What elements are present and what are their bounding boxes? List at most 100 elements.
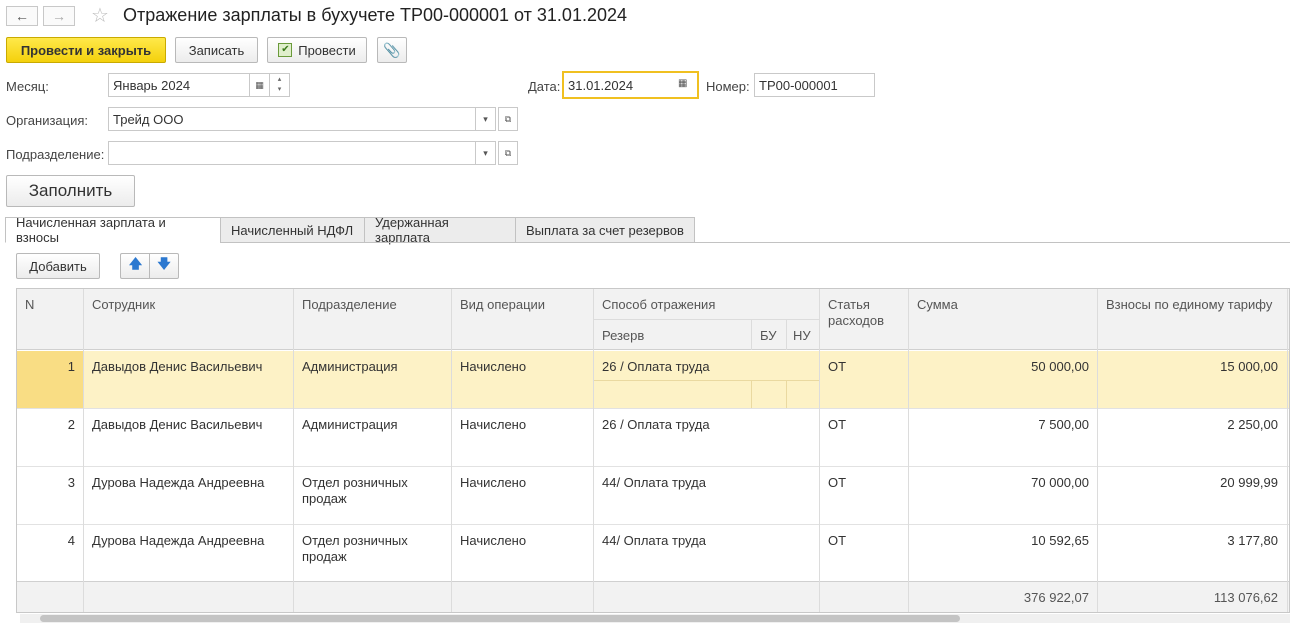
cell-method: 44/ Оплата труда [602,533,706,548]
paperclip-icon: 📎 [383,41,401,58]
cell-department: Администрация [302,359,398,374]
organization-field[interactable]: Трейд ООО [108,107,476,131]
calendar-icon[interactable]: ▦ [678,78,687,89]
cell-sum: 70 000,00 [1031,475,1089,490]
col-divider [293,289,294,612]
table-row[interactable]: 2 Давыдов Денис Васильевич Администрация… [17,409,1289,467]
header-reserve[interactable]: Резерв [602,328,644,343]
move-down-button[interactable]: 🡇 [149,253,179,279]
cell-contrib: 20 999,99 [1220,475,1278,490]
header-n[interactable]: N [25,297,34,312]
cell-n: 1 [67,359,75,374]
header-subcol-2 [786,319,787,350]
cell-operation: Начислено [460,533,527,548]
department-label: Подразделение: [6,147,105,162]
cell-department: Администрация [302,417,398,432]
organization-label: Организация: [6,113,89,128]
post-icon: ✔ [278,43,293,57]
forward-button[interactable]: → [43,6,75,26]
row-subcol-2 [786,380,787,408]
tab-accrued-salary[interactable]: Начисленная зарплата и взносы [5,215,221,245]
table-row[interactable]: 1 Давыдов Денис Васильевич Администрация… [17,351,1289,409]
cell-contrib: 15 000,00 [1220,359,1278,374]
arrow-down-icon: 🡇 [157,256,171,271]
post-button-label: Провести [298,42,356,58]
cell-n: 4 [67,533,75,548]
header-department[interactable]: Подразделение [302,297,397,312]
cell-department: Отдел розничных продаж [302,475,408,506]
horizontal-scrollbar[interactable] [20,614,1290,623]
post-button[interactable]: ✔ Провести [267,37,367,63]
number-field[interactable]: ТР00-000001 [754,73,875,97]
department-field[interactable] [108,141,476,165]
chevron-down-icon[interactable]: ▾ [476,141,496,165]
header-bu[interactable]: БУ [760,328,777,343]
arrow-right-icon: → [52,8,66,24]
month-field[interactable]: Январь 2024 [108,73,250,97]
tab-reserve-payment[interactable]: Выплата за счет резервов [515,217,695,243]
cell-expense: ОТ [828,533,847,548]
number-label: Номер: [706,79,750,94]
attach-button[interactable]: 📎 [377,37,407,63]
cell-n: 2 [67,417,75,432]
page-title: Отражение зарплаты в бухучете ТР00-00000… [123,5,627,25]
open-icon[interactable]: ⧉ [498,107,518,131]
cell-expense: ОТ [828,359,847,374]
move-up-button[interactable]: 🡅 [120,253,150,279]
cell-employee: Давыдов Денис Васильевич [92,359,263,374]
save-button[interactable]: Записать [175,37,258,63]
header-nu[interactable]: НУ [793,328,811,343]
month-stepper[interactable]: ▴ ▾ [270,73,290,97]
cell-sum: 7 500,00 [1038,417,1089,432]
cell-employee: Дурова Надежда Андреевна [92,533,265,548]
table-row[interactable]: 4 Дурова Надежда Андреевна Отдел розничн… [17,525,1289,583]
cell-operation: Начислено [460,475,527,490]
cell-employee: Давыдов Денис Васильевич [92,417,263,432]
scrollbar-thumb[interactable] [40,615,960,622]
col-divider [908,289,909,612]
tab-withheld-salary[interactable]: Удержанная зарплата [364,215,516,245]
col-divider [1097,289,1098,612]
arrow-up-icon: 🡅 [128,256,143,271]
cell-expense: ОТ [828,475,847,490]
month-label: Месяц: [6,79,49,94]
col-divider [1287,289,1288,612]
cell-contrib: 2 250,00 [1227,417,1278,432]
table-footer: 376 922,07 113 076,62 [17,581,1289,612]
row-subcol-1 [751,380,752,408]
open-icon[interactable]: ⧉ [498,141,518,165]
header-expense[interactable]: Статья расходов [828,297,898,329]
header-contrib[interactable]: Взносы по единому тарифу [1106,297,1272,312]
total-sum: 376 922,07 [1023,590,1089,605]
header-method[interactable]: Способ отражения [602,297,715,312]
col-divider [83,289,84,612]
header-employee[interactable]: Сотрудник [92,297,155,312]
chevron-down-icon[interactable]: ▾ [476,107,496,131]
cell-method: 44/ Оплата труда [602,475,706,490]
cell-employee: Дурова Надежда Андреевна [92,475,265,490]
tab-accrued-ndfl[interactable]: Начисленный НДФЛ [220,217,365,243]
arrow-left-icon: ← [15,8,29,24]
star-icon[interactable]: ☆ [91,3,109,28]
cell-method: 26 / Оплата труда [602,417,710,432]
post-and-close-button[interactable]: Провести и закрыть [6,37,166,63]
cell-sum: 50 000,00 [1031,359,1089,374]
back-button[interactable]: ← [6,6,38,26]
header-sum[interactable]: Сумма [917,297,958,312]
tab-bar: Начисленная зарплата и взносы Начисленны… [5,215,695,245]
cell-department: Отдел розничных продаж [302,533,408,564]
fill-button[interactable]: Заполнить [6,175,135,207]
cell-sum: 10 592,65 [1031,533,1089,548]
calendar-icon[interactable]: ▦ [250,73,270,97]
cell-contrib: 3 177,80 [1227,533,1278,548]
table-row[interactable]: 3 Дурова Надежда Андреевна Отдел розничн… [17,467,1289,525]
date-label: Дата: [528,79,561,94]
add-button[interactable]: Добавить [16,253,100,279]
col-divider [593,289,594,612]
salary-table: N Сотрудник Подразделение Вид операции С… [16,288,1290,613]
header-operation[interactable]: Вид операции [460,297,545,312]
cell-operation: Начислено [460,417,527,432]
cell-expense: ОТ [828,417,847,432]
total-contrib: 113 076,62 [1213,590,1278,605]
table-header: N Сотрудник Подразделение Вид операции С… [17,289,1289,350]
